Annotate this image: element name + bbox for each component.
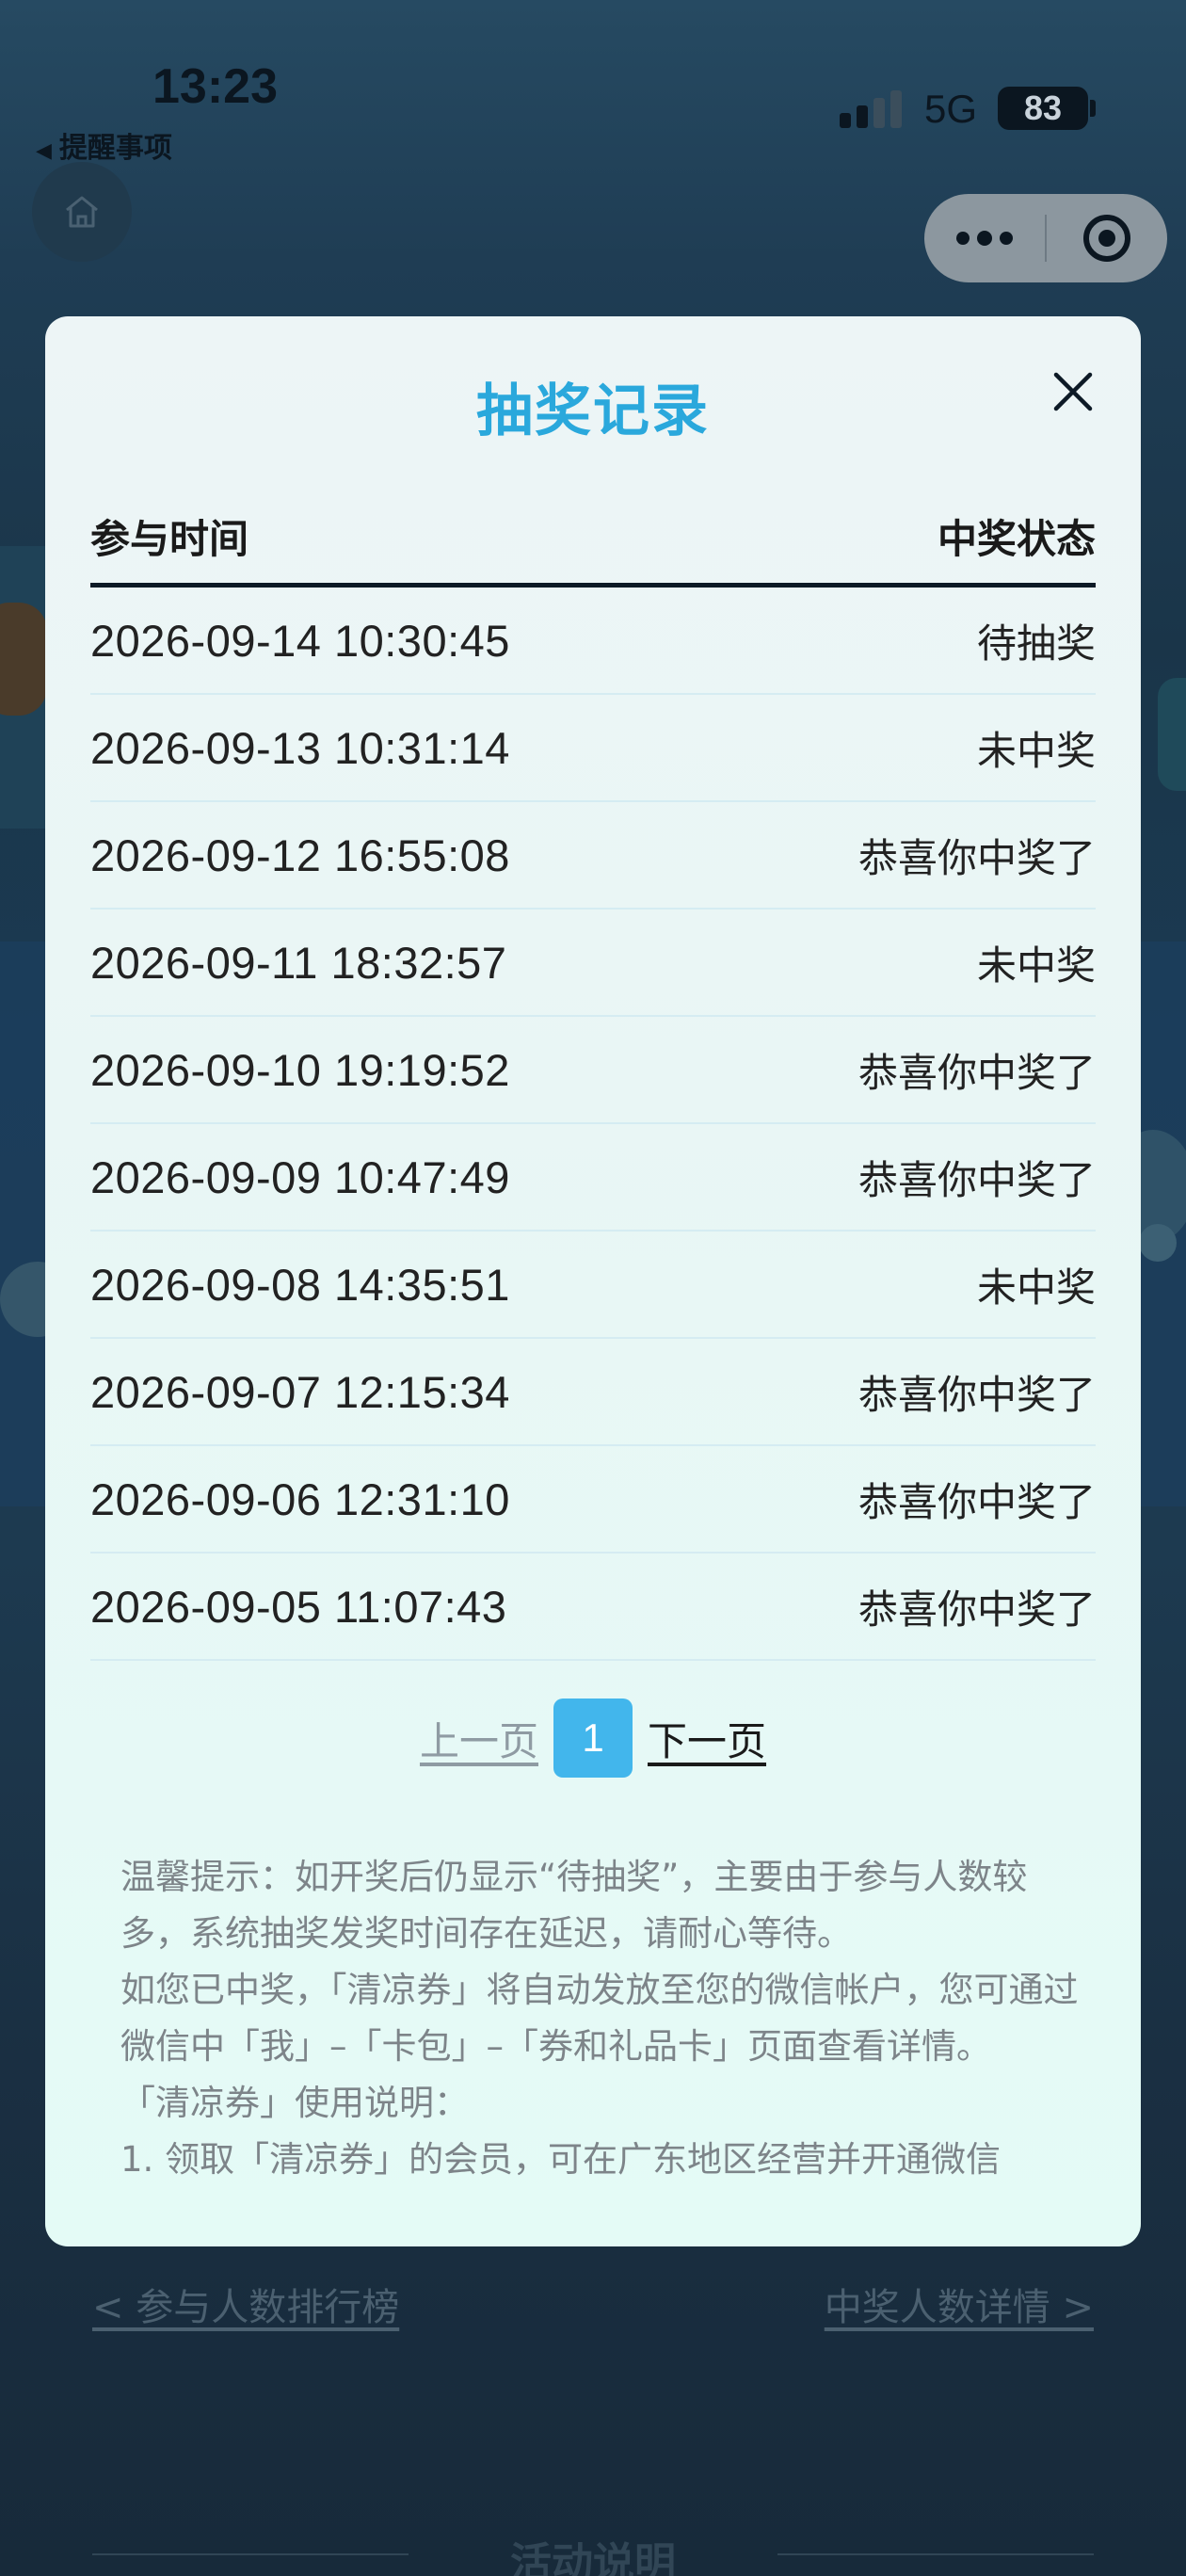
- draw-status: 恭喜你中奖了: [857, 834, 1096, 881]
- tip-paragraph: 如您已中奖，「清凉券」将自动发放至您的微信帐户，您可通过微信中「我」–「卡包」–…: [120, 1970, 1079, 2067]
- tip-paragraph: 1. 领取「清凉券」的会员，可在广东地区经营并开通微信: [120, 2139, 1002, 2180]
- close-miniprogram-button[interactable]: [1047, 194, 1167, 282]
- tip-paragraph: 「清凉券」使用说明：: [120, 2083, 469, 2123]
- home-button[interactable]: [32, 162, 132, 262]
- previous-page-button[interactable]: 上一页: [420, 1710, 538, 1767]
- battery-icon: 83: [998, 87, 1088, 130]
- participant-ranking-link[interactable]: < 参与人数排行榜: [92, 2277, 399, 2331]
- miniprogram-capsule: [924, 194, 1167, 282]
- column-header-status: 中奖状态: [937, 516, 1096, 562]
- back-app-label: 提醒事项: [58, 132, 172, 165]
- draw-status: 待抽奖: [976, 620, 1096, 667]
- background-bubble: [1139, 1224, 1177, 1262]
- next-page-button[interactable]: 下一页: [648, 1710, 766, 1767]
- participation-time: 2026-09-05 11:07:43: [90, 1581, 507, 1632]
- current-page-number[interactable]: 1: [553, 1699, 633, 1778]
- draw-status: 未中奖: [976, 942, 1096, 989]
- battery-tip: [1090, 100, 1096, 117]
- more-dots-icon: [956, 231, 1013, 246]
- column-header-time: 参与时间: [90, 516, 249, 562]
- lottery-record-table: 参与时间 中奖状态 2026-09-14 10:30:45 待抽奖 2026-0…: [90, 490, 1096, 1661]
- table-row: 2026-09-09 10:47:49 恭喜你中奖了: [90, 1124, 1096, 1232]
- close-icon: [1053, 372, 1093, 411]
- participation-time: 2026-09-10 19:19:52: [90, 1044, 510, 1095]
- close-modal-button[interactable]: [1043, 362, 1103, 422]
- tip-paragraph: 温馨提示：如开奖后仍显示“待抽奖”，主要由于参与人数较多，系统抽奖发奖时间存在延…: [120, 1857, 1028, 1954]
- draw-status: 恭喜你中奖了: [857, 1478, 1096, 1525]
- table-row: 2026-09-08 14:35:51 未中奖: [90, 1232, 1096, 1339]
- winner-details-link[interactable]: 中奖人数详情 >: [825, 2277, 1094, 2331]
- table-row: 2026-09-14 10:30:45 待抽奖: [90, 588, 1096, 695]
- table-row: 2026-09-10 19:19:52 恭喜你中奖了: [90, 1017, 1096, 1124]
- tips-text: 温馨提示：如开奖后仍显示“待抽奖”，主要由于参与人数较多，系统抽奖发奖时间存在延…: [120, 1849, 1081, 2188]
- target-icon: [1083, 215, 1130, 262]
- table-row: 2026-09-13 10:31:14 未中奖: [90, 695, 1096, 802]
- draw-status: 恭喜你中奖了: [857, 1586, 1096, 1633]
- cellular-signal-icon: [840, 90, 907, 128]
- table-row: 2026-09-12 16:55:08 恭喜你中奖了: [90, 802, 1096, 910]
- participation-time: 2026-09-08 14:35:51: [90, 1259, 510, 1310]
- more-button[interactable]: [924, 194, 1045, 282]
- table-header: 参与时间 中奖状态: [90, 490, 1096, 588]
- participation-time: 2026-09-09 10:47:49: [90, 1151, 510, 1202]
- table-row: 2026-09-11 18:32:57 未中奖: [90, 910, 1096, 1017]
- activity-rules-title: 活动说明: [510, 2539, 676, 2576]
- back-triangle-icon: ◀: [36, 139, 52, 163]
- network-type: 5G: [924, 87, 978, 131]
- participation-time: 2026-09-11 18:32:57: [90, 937, 507, 988]
- back-to-app-link[interactable]: ◀ 提醒事项: [36, 124, 172, 166]
- draw-status: 未中奖: [976, 727, 1096, 774]
- status-time: 13:23: [152, 59, 278, 114]
- table-row: 2026-09-06 12:31:10 恭喜你中奖了: [90, 1446, 1096, 1554]
- participation-time: 2026-09-14 10:30:45: [90, 615, 510, 666]
- table-row: 2026-09-05 11:07:43 恭喜你中奖了: [90, 1554, 1096, 1661]
- pagination: 上一页 1 下一页: [45, 1699, 1141, 1778]
- background-illustration: [0, 603, 47, 716]
- modal-title: 抽奖记录: [476, 378, 710, 444]
- participation-time: 2026-09-12 16:55:08: [90, 829, 510, 880]
- participation-time: 2026-09-13 10:31:14: [90, 722, 510, 773]
- draw-status: 未中奖: [976, 1264, 1096, 1311]
- background-illustration: [1158, 678, 1186, 791]
- draw-status: 恭喜你中奖了: [857, 1371, 1096, 1418]
- lottery-record-modal: 抽奖记录 参与时间 中奖状态 2026-09-14 10:30:45 待抽奖 2…: [45, 316, 1141, 2246]
- participation-time: 2026-09-07 12:15:34: [90, 1366, 510, 1417]
- table-row: 2026-09-07 12:15:34 恭喜你中奖了: [90, 1339, 1096, 1446]
- home-icon: [66, 196, 98, 228]
- draw-status: 恭喜你中奖了: [857, 1049, 1096, 1096]
- draw-status: 恭喜你中奖了: [857, 1156, 1096, 1203]
- section-divider: [777, 2553, 1094, 2555]
- participation-time: 2026-09-06 12:31:10: [90, 1473, 510, 1524]
- battery-level: 83: [1023, 89, 1063, 127]
